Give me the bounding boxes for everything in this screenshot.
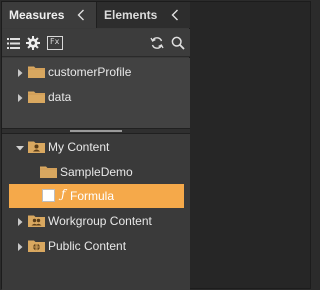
tree-item-workgroup-content[interactable]: Workgroup Content <box>2 209 190 233</box>
toolbar: Fx <box>2 29 190 57</box>
user-folder-icon <box>28 140 45 153</box>
gear-icon[interactable] <box>26 36 40 50</box>
tab-measures-label: Measures <box>9 8 65 22</box>
globe-folder-icon <box>28 239 45 252</box>
tab-elements[interactable]: Elements <box>96 2 190 28</box>
formula-checkbox[interactable] <box>42 189 55 202</box>
group-folder-icon <box>28 214 45 227</box>
tree-item-formula[interactable]: ƒ Formula <box>9 184 184 208</box>
tree-item-label: My Content <box>48 140 110 154</box>
splitter-grip[interactable] <box>70 130 122 132</box>
tree-item-data[interactable]: data <box>2 85 190 109</box>
tree-item-label: Public Content <box>48 239 127 253</box>
refresh-icon[interactable] <box>150 36 164 50</box>
tree-item-label: Formula <box>70 189 115 203</box>
folder-icon <box>28 90 45 103</box>
tree-item-label: data <box>48 90 72 104</box>
folder-icon <box>28 65 45 78</box>
workspace-area <box>190 1 311 289</box>
fx-icon[interactable]: Fx <box>47 36 63 50</box>
tree-bottom: My Content SampleDemo ƒ Formula Workgrou… <box>2 134 190 290</box>
panel-tabs: Measures Elements <box>2 2 190 28</box>
tree-item-label: Workgroup Content <box>48 214 152 228</box>
caret-right-icon[interactable] <box>15 67 25 77</box>
caret-right-icon[interactable] <box>15 241 25 251</box>
tree-item-label: SampleDemo <box>60 165 133 179</box>
search-icon[interactable] <box>171 36 185 50</box>
measures-panel: Measures Elements Fx customerProfile dat… <box>1 1 190 290</box>
tree-item-label: customerProfile <box>48 65 132 79</box>
tree-top: customerProfile data <box>2 58 190 128</box>
tab-elements-label: Elements <box>104 8 158 22</box>
chevron-left-icon[interactable] <box>168 7 182 23</box>
tree-item-customerprofile[interactable]: customerProfile <box>2 60 190 84</box>
formula-icon: ƒ <box>61 187 66 201</box>
list-icon[interactable] <box>6 36 20 50</box>
tree-item-public-content[interactable]: Public Content <box>2 234 190 258</box>
tree-item-my-content[interactable]: My Content <box>2 135 190 159</box>
caret-right-icon[interactable] <box>15 216 25 226</box>
caret-down-icon[interactable] <box>15 142 25 152</box>
fx-icon-text: Fx <box>50 37 60 46</box>
tree-item-sampledemo[interactable]: SampleDemo <box>2 160 190 184</box>
folder-icon <box>40 165 57 178</box>
chevron-left-icon[interactable] <box>74 7 88 23</box>
caret-right-icon[interactable] <box>15 92 25 102</box>
tab-measures[interactable]: Measures <box>2 2 96 28</box>
